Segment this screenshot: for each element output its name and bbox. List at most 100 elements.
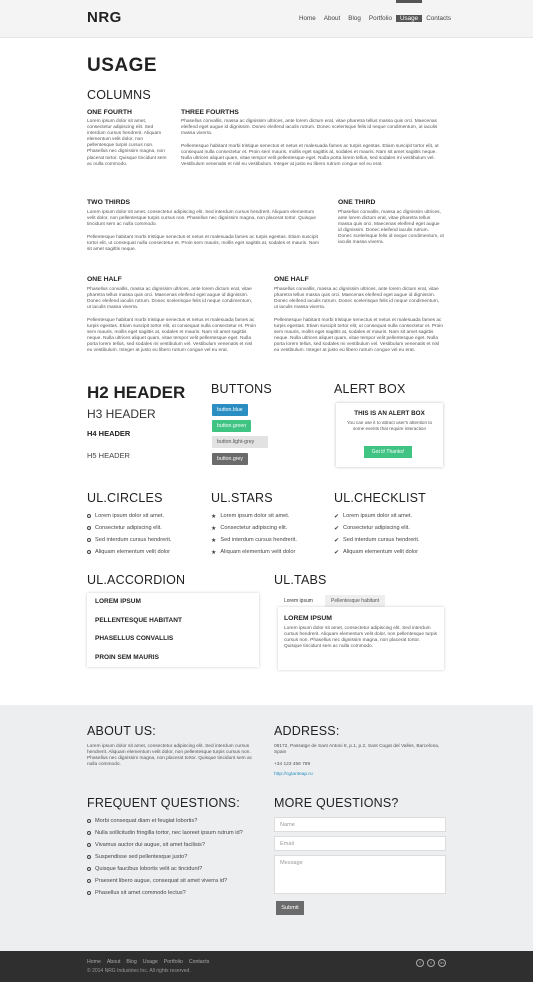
one-third-heading: ONE THIRD: [338, 199, 376, 206]
footer-link-usage[interactable]: Usage: [143, 959, 158, 965]
three-fourths-heading: THREE FOURTHS: [181, 109, 239, 116]
name-field[interactable]: Name: [274, 817, 446, 832]
accordion-item[interactable]: PHASELLUS CONVALLIS: [87, 630, 259, 649]
circle-bullet-icon: [87, 550, 91, 554]
circle-bullet-icon: [87, 526, 91, 530]
one-half-right-text-1: Phasellus convallis, massa ac dignissim …: [274, 287, 440, 311]
three-fourths-text-2: Pellentesque habitant morbi tristique se…: [181, 144, 439, 168]
email-field[interactable]: Email: [274, 836, 446, 851]
blue-button[interactable]: button.blue: [212, 404, 248, 416]
list-item: Sed interdum cursus hendrerit.: [87, 534, 172, 546]
check-icon: ✔: [334, 513, 340, 520]
list-item: Lorem ipsum dolor sit amet.: [87, 510, 172, 522]
one-half-heading-left: ONE HALF: [87, 276, 122, 283]
h5-header: H5 HEADER: [87, 451, 130, 460]
check-icon: ✔: [334, 549, 340, 556]
submit-button[interactable]: Submit: [276, 901, 304, 915]
about-title: ABOUT US:: [87, 724, 156, 738]
list-item: ✔ Lorem ipsum dolor sit amet.: [334, 513, 413, 520]
nav-contacts[interactable]: Contacts: [422, 15, 455, 22]
one-half-heading-right: ONE HALF: [274, 276, 309, 283]
h4-header: H4 HEADER: [87, 429, 131, 438]
list-item: Aliquam elementum velit dolor: [87, 546, 172, 558]
twitter-icon[interactable]: t: [427, 959, 435, 967]
tab-panel-text: Lorem ipsum dolor sit amet, consectetur …: [284, 626, 438, 650]
alert-box: THIS IS AN ALERT BOX You can use it to a…: [336, 403, 443, 467]
h2-header: H2 HEADER: [87, 383, 186, 402]
faq-list: Morbi consequat diam et feugiat lobortis…: [87, 815, 243, 899]
site-logo[interactable]: NRG: [87, 9, 122, 26]
footer-link-blog[interactable]: Blog: [126, 959, 136, 965]
accordion-item[interactable]: PELLENTESQUE HABITANT: [87, 612, 259, 631]
message-field[interactable]: Message: [274, 855, 446, 894]
tabs-title: UL.TABS: [274, 573, 327, 587]
grey-button[interactable]: button.grey: [212, 453, 248, 465]
nav-usage[interactable]: Usage: [395, 0, 423, 22]
one-fourth-heading: ONE FOURTH: [87, 109, 132, 116]
circle-bullet-icon: [87, 867, 91, 871]
facebook-icon[interactable]: f: [416, 959, 424, 967]
footer: [0, 705, 533, 951]
faq-item[interactable]: Morbi consequat diam et feugiat lobortis…: [87, 815, 243, 827]
circle-bullet-icon: [87, 819, 91, 823]
address-text: 08172, Passatge de Sant Antoni 8, p.1, p…: [274, 744, 440, 756]
circles-list: Lorem ipsum dolor sit amet. Consectetur …: [87, 510, 172, 558]
accordion: LOREM IPSUM PELLENTESQUE HABITANT PHASEL…: [87, 593, 259, 667]
green-button[interactable]: button.green: [212, 420, 252, 432]
star-icon: ★: [211, 525, 217, 532]
list-item: ✔ Consectetur adipiscing elit.: [334, 525, 410, 532]
main-nav: Home About Blog Portfolio Usage Contacts: [295, 0, 455, 22]
nav-home[interactable]: Home: [295, 15, 320, 22]
accordion-title: UL.ACCORDION: [87, 573, 186, 587]
about-text: Lorem ipsum dolor sit amet, consectetur …: [87, 744, 253, 768]
page-title: USAGE: [87, 55, 158, 76]
circle-bullet-icon: [87, 855, 91, 859]
footer-link-portfolio[interactable]: Portfolio: [164, 959, 183, 965]
circle-bullet-icon: [87, 891, 91, 895]
light-grey-button[interactable]: button.light-grey: [212, 436, 268, 448]
buttons-title: BUTTONS: [211, 382, 272, 396]
nav-portfolio[interactable]: Portfolio: [365, 15, 396, 22]
faq-item[interactable]: Quisque faucibus lobortis velit ac tinci…: [87, 863, 243, 875]
checklist-title: UL.CHECKLIST: [334, 491, 427, 505]
check-icon: ✔: [334, 537, 340, 544]
list-item: ★ Lorem ipsum dolor sit amet.: [211, 513, 290, 520]
one-half-left-text-2: Pellentesque habitant morbi tristique se…: [87, 318, 257, 354]
faq-item[interactable]: Vivamus auctor dui augue, sit amet facil…: [87, 839, 243, 851]
accordion-item[interactable]: PROIN SEM MAURIS: [87, 649, 259, 668]
h3-header: H3 HEADER: [87, 407, 156, 421]
footer-link-about[interactable]: About: [107, 959, 121, 965]
circles-title: UL.CIRCLES: [87, 491, 163, 505]
faq-item[interactable]: Suspendisse sed pellentesque justo?: [87, 851, 243, 863]
list-item: ★ Consectetur adipiscing elit.: [211, 525, 288, 532]
nav-blog[interactable]: Blog: [344, 15, 365, 22]
circle-bullet-icon: [87, 831, 91, 835]
accordion-item[interactable]: LOREM IPSUM: [87, 593, 259, 612]
circle-bullet-icon: [87, 538, 91, 542]
circle-bullet-icon: [87, 879, 91, 883]
footer-link-contacts[interactable]: Contacts: [189, 959, 209, 965]
columns-title: COLUMNS: [87, 88, 151, 102]
list-item: ★ Aliquam elementum velit dolor: [211, 549, 296, 556]
list-item: ★ Sed interdum cursus hendrerit.: [211, 537, 297, 544]
star-icon: ★: [211, 537, 217, 544]
one-third-text: Phasellus convallis, massa ac dignissim …: [338, 210, 444, 246]
tab-panel: LOREM IPSUM Lorem ipsum dolor sit amet, …: [278, 607, 444, 670]
faq-item[interactable]: Nulla sollicitudin fringilla tortor, nec…: [87, 827, 243, 839]
tab-pellentesque[interactable]: Pellentesque habitant: [325, 595, 386, 607]
copyright: © 2014 NRG Industries Inc. All rights re…: [87, 968, 191, 974]
tab-lorem-ipsum[interactable]: Lorem ipsum: [278, 595, 319, 607]
faq-item[interactable]: Phasellus sit amet commodo lectus?: [87, 887, 243, 899]
bottom-bar: [0, 951, 533, 982]
alert-box-title: ALERT BOX: [334, 382, 406, 396]
linkedin-icon[interactable]: in: [438, 959, 446, 967]
checklist-list: ✔ Lorem ipsum dolor sit amet. ✔ Consectetu…: [334, 510, 420, 558]
list-item: ✔ Aliquam elementum velit dolor: [334, 549, 418, 556]
more-questions-title: MORE QUESTIONS?: [274, 796, 399, 810]
alert-confirm-button[interactable]: Got it! Thanks!: [364, 446, 412, 458]
site-link[interactable]: http://cgtanteap.ru: [274, 772, 313, 778]
one-fourth-text: Lorem ipsum dolor sit amet, consectetur …: [87, 119, 167, 167]
footer-link-home[interactable]: Home: [87, 959, 101, 965]
nav-about[interactable]: About: [320, 15, 344, 22]
faq-item[interactable]: Praesent libero augue, consequat sit ame…: [87, 875, 243, 887]
